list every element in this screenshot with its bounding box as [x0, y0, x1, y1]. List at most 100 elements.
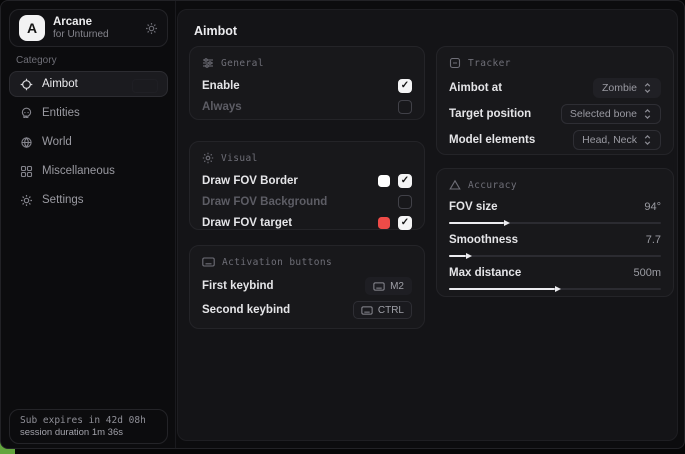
sidebar-item-label: Aimbot	[42, 78, 78, 90]
setting-row-aimbot-at: Aimbot at Zombie	[449, 75, 661, 101]
setting-label: Draw FOV target	[202, 217, 292, 229]
smoothness-value: 7.7	[646, 234, 661, 246]
fov-size-slider[interactable]	[449, 218, 661, 228]
sidebar-item-label: Miscellaneous	[42, 165, 115, 177]
sidebar-item-world[interactable]: World	[9, 129, 168, 155]
slider-track[interactable]	[449, 255, 661, 257]
fov-border-checkbox[interactable]	[398, 174, 412, 188]
setting-label: Max distance	[449, 267, 521, 279]
fov-target-checkbox[interactable]	[398, 216, 412, 230]
card-title: Accuracy	[468, 180, 517, 191]
slider-fill[interactable]	[449, 255, 466, 257]
brand-logo: A	[19, 15, 45, 41]
sub-expiry-text: Sub expires in 42d 08h	[20, 415, 157, 426]
dropdown-value: Selected bone	[570, 108, 637, 120]
tracker-card: Tracker Aimbot at Zombie Target	[436, 46, 674, 155]
keybind-value: M2	[390, 281, 404, 292]
keyboard-icon	[361, 306, 373, 315]
card-title: Visual	[221, 153, 258, 164]
card-title: Tracker	[468, 58, 511, 69]
dropdown-value: Zombie	[602, 82, 637, 94]
sidebar: A Arcane for Unturned Category	[1, 1, 176, 448]
up-down-arrows-icon	[643, 135, 652, 145]
gear-icon	[20, 194, 33, 207]
globe-icon	[20, 136, 33, 149]
setting-row-second-keybind: Second keybind CTRL	[202, 298, 412, 322]
setting-row-max-distance: Max distance 500m	[449, 263, 661, 294]
max-distance-slider[interactable]	[449, 284, 661, 294]
target-position-dropdown[interactable]: Selected bone	[561, 104, 661, 124]
category-label: Category	[16, 55, 57, 66]
setting-label: Aimbot at	[449, 82, 502, 94]
hotkey-ghost-badge	[132, 79, 158, 93]
second-keybind-button[interactable]: CTRL	[353, 301, 412, 319]
keyboard-icon	[202, 257, 215, 267]
setting-label: Draw FOV Background	[202, 196, 327, 208]
first-keybind-button[interactable]: M2	[365, 277, 412, 295]
color-swatch[interactable]	[378, 217, 390, 229]
brand-card: A Arcane for Unturned	[9, 9, 168, 47]
setting-row-fov-background: Draw FOV Background	[202, 191, 412, 212]
triangle-icon	[449, 179, 461, 191]
setting-row-fov-size: FOV size 94°	[449, 197, 661, 228]
setting-label: Second keybind	[202, 304, 290, 316]
setting-row-fov-target: Draw FOV target	[202, 212, 412, 233]
setting-row-target-position: Target position Selected bone	[449, 101, 661, 127]
gear-icon[interactable]	[145, 22, 158, 35]
setting-row-fov-border: Draw FOV Border	[202, 170, 412, 191]
sidebar-item-label: Settings	[42, 194, 84, 206]
sidebar-item-settings[interactable]: Settings	[9, 187, 168, 213]
setting-row-first-keybind: First keybind M2	[202, 274, 412, 298]
model-elements-dropdown[interactable]: Head, Neck	[573, 130, 661, 150]
sidebar-item-label: World	[42, 136, 72, 148]
sidebar-item-label: Entities	[42, 107, 80, 119]
color-swatch[interactable]	[378, 175, 390, 187]
main-panel: Aimbot General Enable Always	[177, 9, 678, 441]
sidebar-menu: Aimbot Entities	[9, 71, 168, 213]
smoothness-slider[interactable]	[449, 251, 661, 261]
fov-background-checkbox[interactable]	[398, 195, 412, 209]
scan-box-icon	[449, 57, 461, 69]
subscription-status-box: Sub expires in 42d 08h session duration …	[9, 409, 168, 444]
session-duration-text: session duration 1m 36s	[20, 427, 157, 438]
setting-label: Model elements	[449, 134, 535, 146]
slider-fill[interactable]	[449, 222, 504, 224]
skull-icon	[20, 107, 33, 120]
page-title: Aimbot	[194, 24, 237, 38]
max-distance-value: 500m	[633, 267, 661, 279]
setting-label: FOV size	[449, 201, 498, 213]
enable-checkbox[interactable]	[398, 79, 412, 93]
sidebar-item-aimbot[interactable]: Aimbot	[9, 71, 168, 97]
sun-icon	[202, 152, 214, 164]
slider-fill[interactable]	[449, 288, 555, 290]
setting-label: Target position	[449, 108, 531, 120]
card-title: General	[221, 58, 264, 69]
brand-subtitle: for Unturned	[53, 29, 109, 41]
crosshair-icon	[20, 78, 33, 91]
fov-size-value: 94°	[644, 201, 661, 213]
setting-label: Draw FOV Border	[202, 175, 298, 187]
sidebar-item-miscellaneous[interactable]: Miscellaneous	[9, 158, 168, 184]
setting-label: Smoothness	[449, 234, 518, 246]
keyboard-icon	[373, 282, 385, 291]
brand-initial: A	[27, 20, 37, 36]
brand-name: Arcane	[53, 16, 109, 29]
setting-row-enable: Enable	[202, 75, 412, 96]
general-card: General Enable Always	[189, 46, 425, 120]
card-title: Activation buttons	[222, 257, 332, 268]
up-down-arrows-icon	[643, 109, 652, 119]
setting-label: First keybind	[202, 280, 274, 292]
accuracy-card: Accuracy FOV size 94° Smoothness 7.7	[436, 168, 674, 297]
dropdown-value: Head, Neck	[582, 134, 637, 146]
keybind-value: CTRL	[378, 305, 404, 316]
aimbot-at-dropdown[interactable]: Zombie	[593, 78, 661, 98]
sliders-icon	[202, 57, 214, 69]
always-checkbox[interactable]	[398, 100, 412, 114]
visual-card: Visual Draw FOV Border Draw FOV Backgrou…	[189, 141, 425, 230]
up-down-arrows-icon	[643, 83, 652, 93]
app-window: A Arcane for Unturned Category	[0, 0, 685, 449]
setting-row-always: Always	[202, 96, 412, 117]
setting-row-smoothness: Smoothness 7.7	[449, 230, 661, 261]
setting-label: Always	[202, 101, 242, 113]
sidebar-item-entities[interactable]: Entities	[9, 100, 168, 126]
